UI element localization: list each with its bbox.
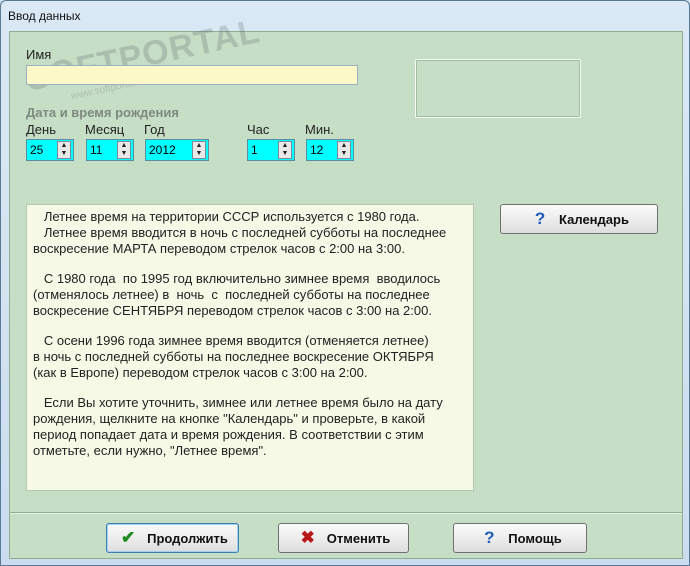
question-icon: ? [534, 209, 546, 228]
continue-button-label: Продолжить [147, 530, 228, 546]
photo-frame [415, 59, 581, 118]
dialog-content: SOFTPORTAL www.softportal.com Имя Дата и… [9, 12, 683, 559]
hour-value: 1 [251, 143, 258, 157]
day-spin-arrows[interactable]: ▲ ▼ [57, 141, 71, 159]
spin-up-icon[interactable]: ▲ [58, 142, 70, 150]
window-title: Ввод данных [8, 9, 81, 23]
title-bar[interactable]: Ввод данных [1, 1, 689, 31]
day-spinbox[interactable]: 25 ▲ ▼ [26, 139, 74, 161]
spin-up-icon[interactable]: ▲ [118, 142, 130, 150]
month-value: 11 [90, 143, 103, 157]
datetime-label: Дата и время рождения [26, 105, 179, 120]
spin-down-icon[interactable]: ▼ [118, 150, 130, 158]
hour-label: Час [247, 122, 270, 137]
minute-value: 12 [310, 143, 324, 157]
hour-spinbox[interactable]: 1 ▲ ▼ [247, 139, 295, 161]
spin-up-icon[interactable]: ▲ [279, 142, 291, 150]
cross-icon: ✖ [300, 528, 315, 547]
spin-down-icon[interactable]: ▼ [58, 150, 70, 158]
month-spinbox[interactable]: 11 ▲ ▼ [86, 139, 134, 161]
info-paragraph-1996: С осени 1996 года зимнее время вводится … [33, 333, 434, 380]
help-button[interactable]: ? Помощь [453, 523, 587, 553]
button-bar-divider [10, 512, 682, 514]
name-label: Имя [26, 47, 52, 62]
name-input[interactable] [26, 65, 358, 85]
minute-spin-arrows[interactable]: ▲ ▼ [337, 141, 351, 159]
spin-up-icon[interactable]: ▲ [193, 142, 205, 150]
year-spinbox[interactable]: 2012 ▲ ▼ [145, 139, 209, 161]
minute-spinbox[interactable]: 12 ▲ ▼ [306, 139, 354, 161]
cancel-button-label: Отменить [326, 530, 391, 546]
year-value: 2012 [149, 143, 176, 157]
help-button-label: Помощь [508, 530, 562, 546]
continue-button[interactable]: ✔ Продолжить [106, 523, 239, 553]
spin-down-icon[interactable]: ▼ [193, 150, 205, 158]
dialog-window: Ввод данных SOFTPORTAL www.softportal.co… [0, 0, 690, 566]
cancel-button[interactable]: ✖ Отменить [278, 523, 409, 553]
day-value: 25 [30, 143, 44, 157]
info-paragraph-calendar-hint: Если Вы хотите уточнить, зимнее или летн… [33, 395, 443, 458]
minute-label: Мин. [305, 122, 334, 137]
calendar-button[interactable]: ? Календарь [500, 204, 658, 234]
year-label: Год [144, 122, 165, 137]
info-panel: Летнее время на территории СССР использу… [26, 204, 474, 491]
spin-down-icon[interactable]: ▼ [338, 150, 350, 158]
question-icon: ? [484, 528, 495, 547]
day-label: День [26, 122, 56, 137]
month-spin-arrows[interactable]: ▲ ▼ [117, 141, 131, 159]
info-paragraph-dst-intro: Летнее время на территории СССР использу… [33, 209, 447, 256]
month-label: Месяц [85, 122, 125, 137]
spin-down-icon[interactable]: ▼ [279, 150, 291, 158]
calendar-button-label: Календарь [559, 211, 629, 227]
info-paragraph-1980-1995: С 1980 года по 1995 год включительно зим… [33, 271, 441, 318]
checkmark-icon: ✔ [121, 528, 136, 547]
hour-spin-arrows[interactable]: ▲ ▼ [278, 141, 292, 159]
year-spin-arrows[interactable]: ▲ ▼ [192, 141, 206, 159]
spin-up-icon[interactable]: ▲ [338, 142, 350, 150]
